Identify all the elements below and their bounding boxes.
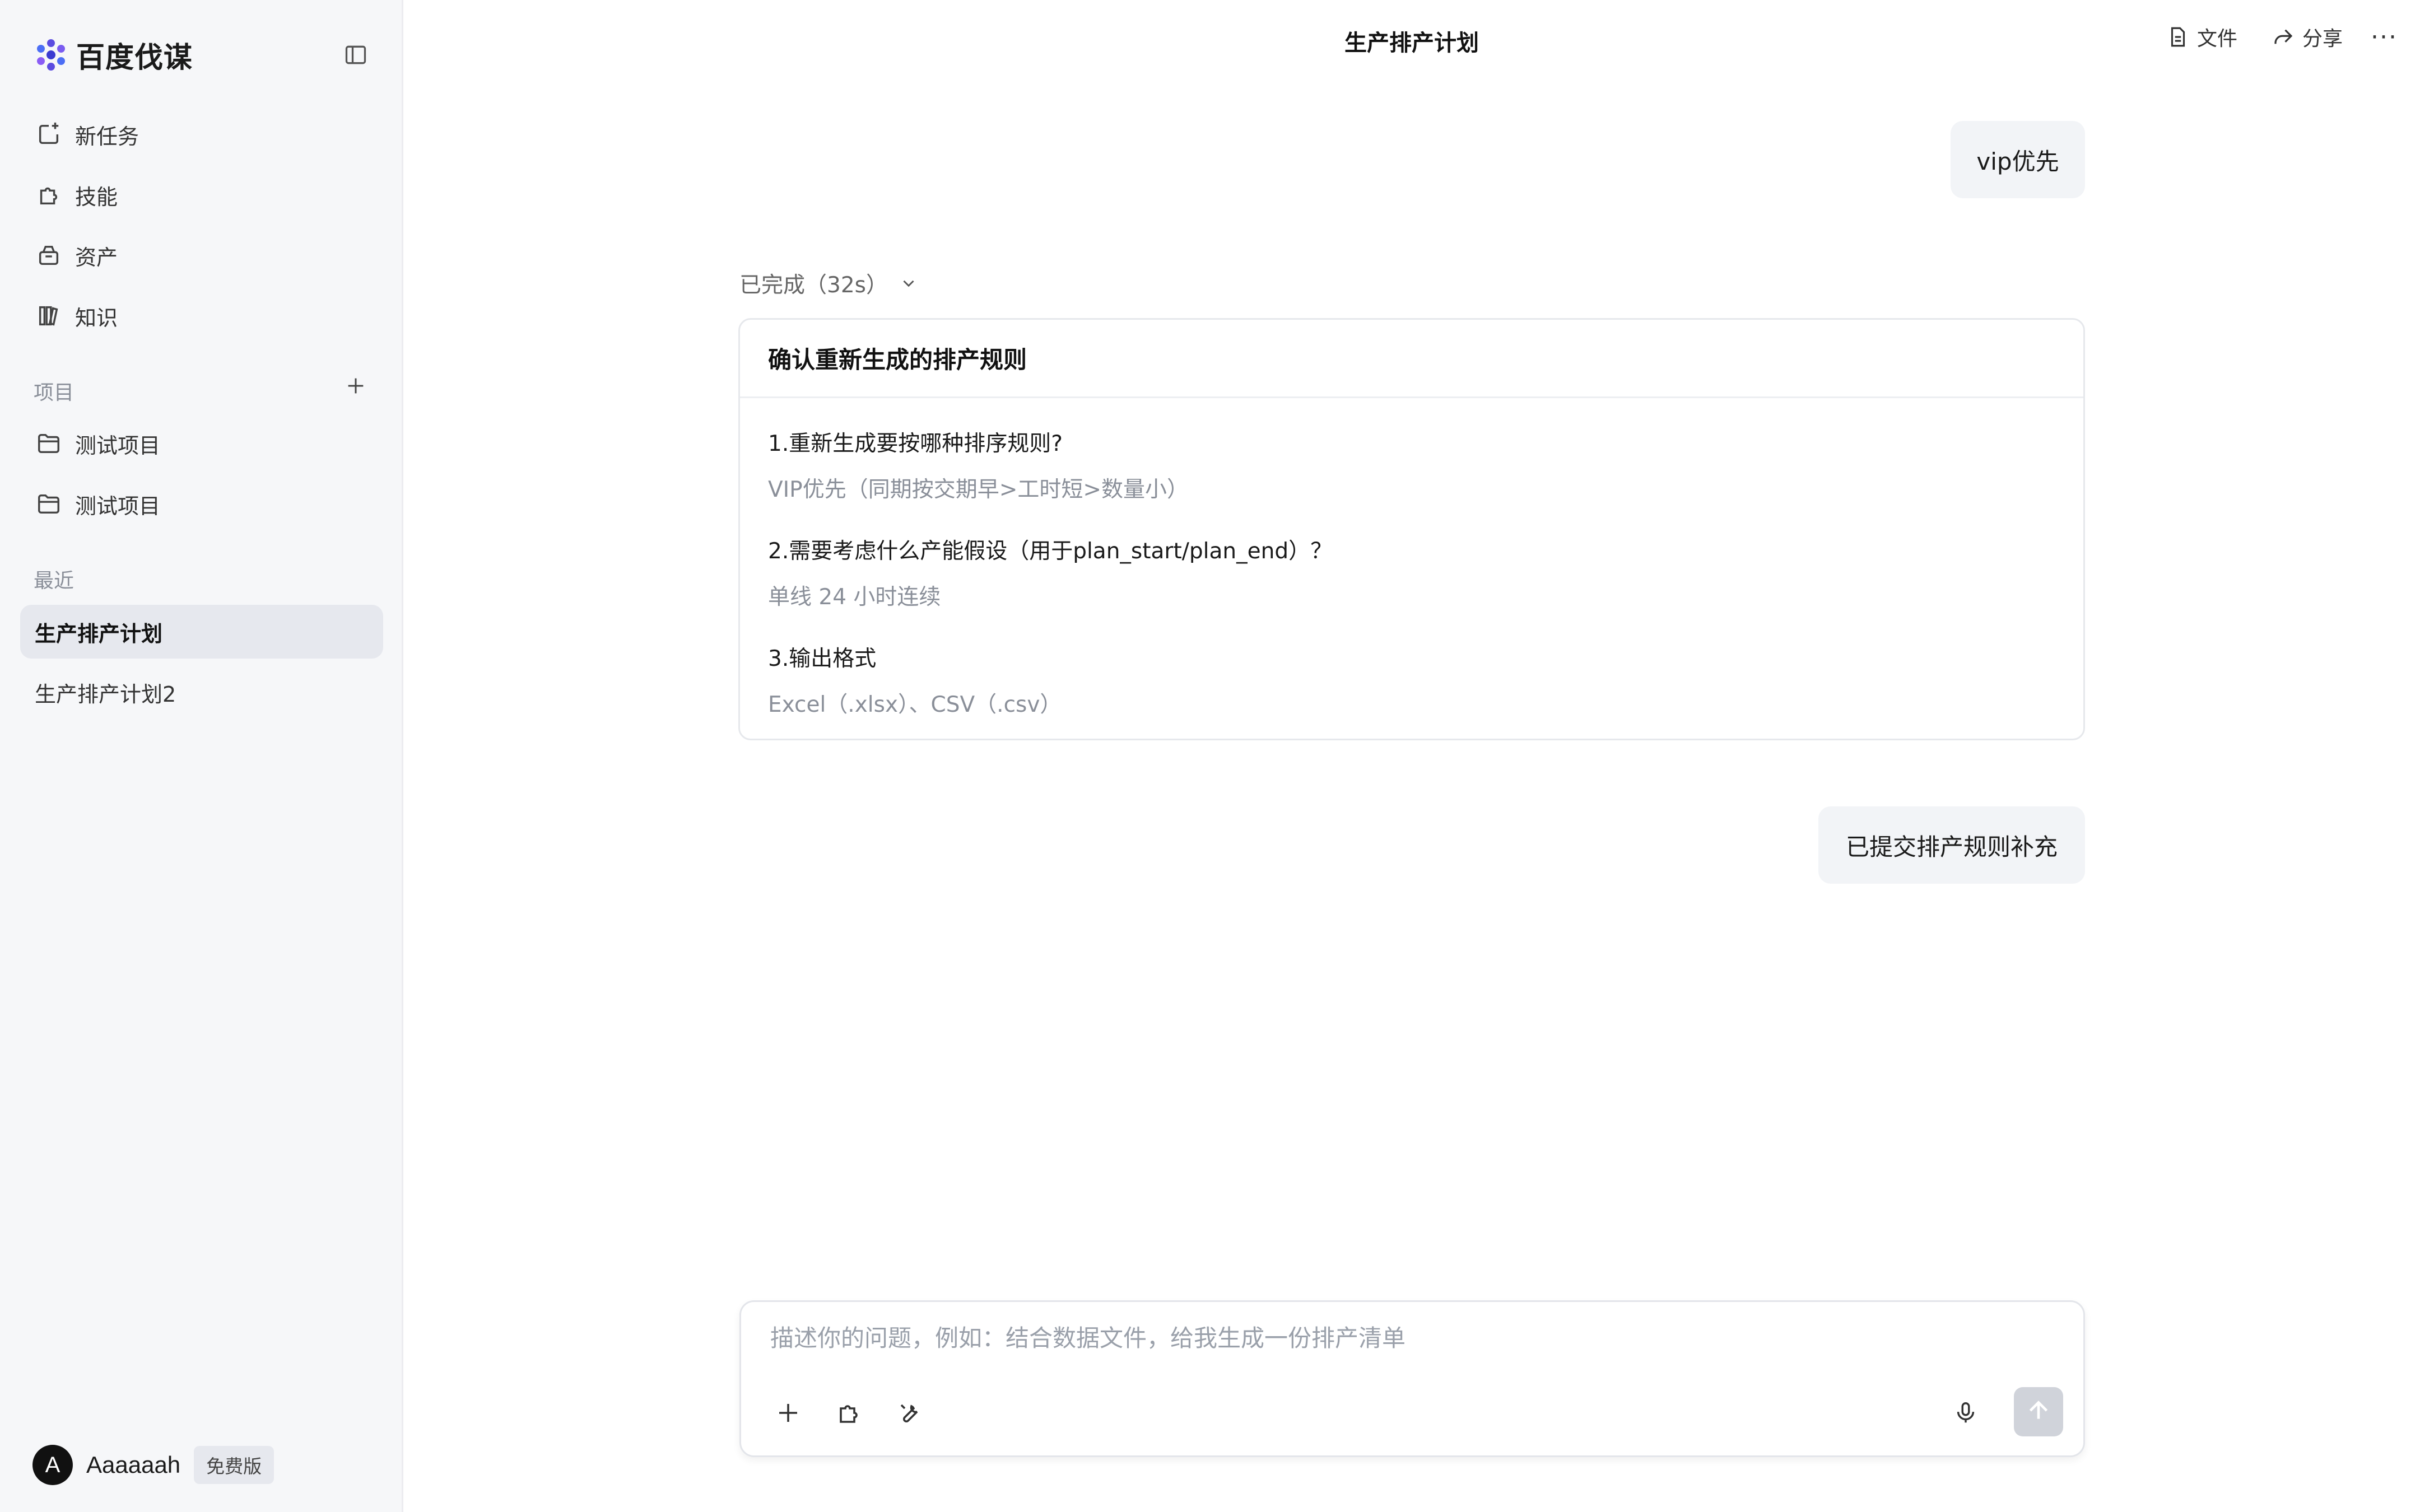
card-answer: VIP优先（同期按交期早>工时短>数量小） xyxy=(768,477,1189,502)
puzzle-icon xyxy=(35,181,63,209)
share-label: 分享 xyxy=(2302,27,2343,50)
card-question: 2.需要考虑什么产能假设（用于plan_start/plan_end）？ xyxy=(768,539,1333,564)
sidebar: 百度伐谋 新任务 技能 资产 知识 项目 测试项目 测试项目 最近 生产排产计划… xyxy=(0,0,403,1512)
share-icon xyxy=(2271,25,2296,49)
recent-section-label: 最近 xyxy=(34,570,75,592)
recent-item-label: 生产排产计划 xyxy=(35,621,163,646)
project-item-label: 测试项目 xyxy=(75,493,161,519)
card-question: 1.重新生成要按哪种排序规则? xyxy=(768,431,1063,456)
card-question: 3.输出格式 xyxy=(768,646,877,671)
sidebar-toggle-button[interactable] xyxy=(339,39,373,73)
projects-section-label: 项目 xyxy=(34,381,75,404)
share-button[interactable]: 分享 xyxy=(2271,22,2343,52)
folder-icon xyxy=(35,430,63,458)
plan-badge: 免费版 xyxy=(194,1446,274,1484)
project-item-label: 测试项目 xyxy=(75,433,161,458)
library-icon xyxy=(35,302,63,330)
file-icon xyxy=(2166,25,2190,49)
send-button[interactable] xyxy=(2014,1387,2063,1436)
page-title: 生产排产计划 xyxy=(1344,30,1479,56)
brand[interactable]: 百度伐谋 xyxy=(32,32,193,77)
recent-item-label: 生产排产计划2 xyxy=(35,682,176,707)
user-message-text: vip优先 xyxy=(1976,147,2059,175)
user-message-text: 已提交排产规则补充 xyxy=(1845,833,2058,861)
card-answer: 单线 24 小时连续 xyxy=(768,585,941,610)
folder-icon xyxy=(35,490,63,518)
voice-input-button[interactable] xyxy=(1946,1394,1986,1434)
user-name: Aaaaaah xyxy=(86,1452,181,1478)
avatar: A xyxy=(32,1445,73,1485)
card-title: 确认重新生成的排产规则 xyxy=(740,320,2083,398)
rules-confirmation-card: 确认重新生成的排产规则 1.重新生成要按哪种排序规则? VIP优先（同期按交期早… xyxy=(738,318,2085,740)
nav-knowledge-label: 知识 xyxy=(75,305,118,330)
file-label: 文件 xyxy=(2197,27,2238,50)
task-status-text: 已完成（32s） xyxy=(739,273,888,298)
tool-icon xyxy=(896,1399,923,1429)
microphone-icon xyxy=(1953,1400,1979,1428)
puzzle-icon xyxy=(835,1399,862,1429)
message-input[interactable] xyxy=(770,1324,2003,1352)
header-actions: 文件 分享 ··· xyxy=(2132,22,2398,52)
nav-knowledge[interactable]: 知识 xyxy=(20,288,383,344)
attach-button[interactable] xyxy=(768,1394,808,1434)
new-task-icon xyxy=(35,120,63,148)
nav-skills[interactable]: 技能 xyxy=(20,167,383,223)
nav-new-task-label: 新任务 xyxy=(75,124,139,149)
more-options-icon[interactable]: ··· xyxy=(2371,23,2398,52)
box-icon xyxy=(35,241,63,269)
plus-icon xyxy=(775,1399,802,1429)
sidebar-toggle-icon xyxy=(343,43,368,69)
tools-button[interactable] xyxy=(889,1394,929,1434)
recent-item-active[interactable]: 生产排产计划 xyxy=(20,605,383,659)
nav-assets-label: 资产 xyxy=(75,245,118,270)
project-item[interactable]: 测试项目 xyxy=(20,476,383,532)
recent-item[interactable]: 生产排产计划2 xyxy=(20,665,383,719)
arrow-up-icon xyxy=(2025,1397,2053,1427)
project-item[interactable]: 测试项目 xyxy=(20,416,383,472)
brand-logo-icon xyxy=(32,36,69,73)
user-profile[interactable]: A Aaaaaah 免费版 xyxy=(32,1444,274,1486)
composer xyxy=(739,1300,2085,1457)
chevron-down-icon xyxy=(899,272,922,295)
card-answer: Excel（.xlsx）、CSV（.csv） xyxy=(768,692,1062,717)
brand-name: 百度伐谋 xyxy=(76,41,193,74)
nav-assets[interactable]: 资产 xyxy=(20,227,383,283)
plus-icon xyxy=(345,375,367,399)
nav-skills-label: 技能 xyxy=(75,184,118,209)
nav-new-task[interactable]: 新任务 xyxy=(20,106,383,162)
user-message-bubble: vip优先 xyxy=(1951,121,2085,198)
file-button[interactable]: 文件 xyxy=(2166,22,2237,52)
user-message-bubble: 已提交排产规则补充 xyxy=(1818,806,2085,884)
skills-button[interactable] xyxy=(829,1394,869,1434)
task-status-toggle[interactable]: 已完成（32s） xyxy=(739,268,922,299)
add-project-button[interactable] xyxy=(342,373,370,401)
